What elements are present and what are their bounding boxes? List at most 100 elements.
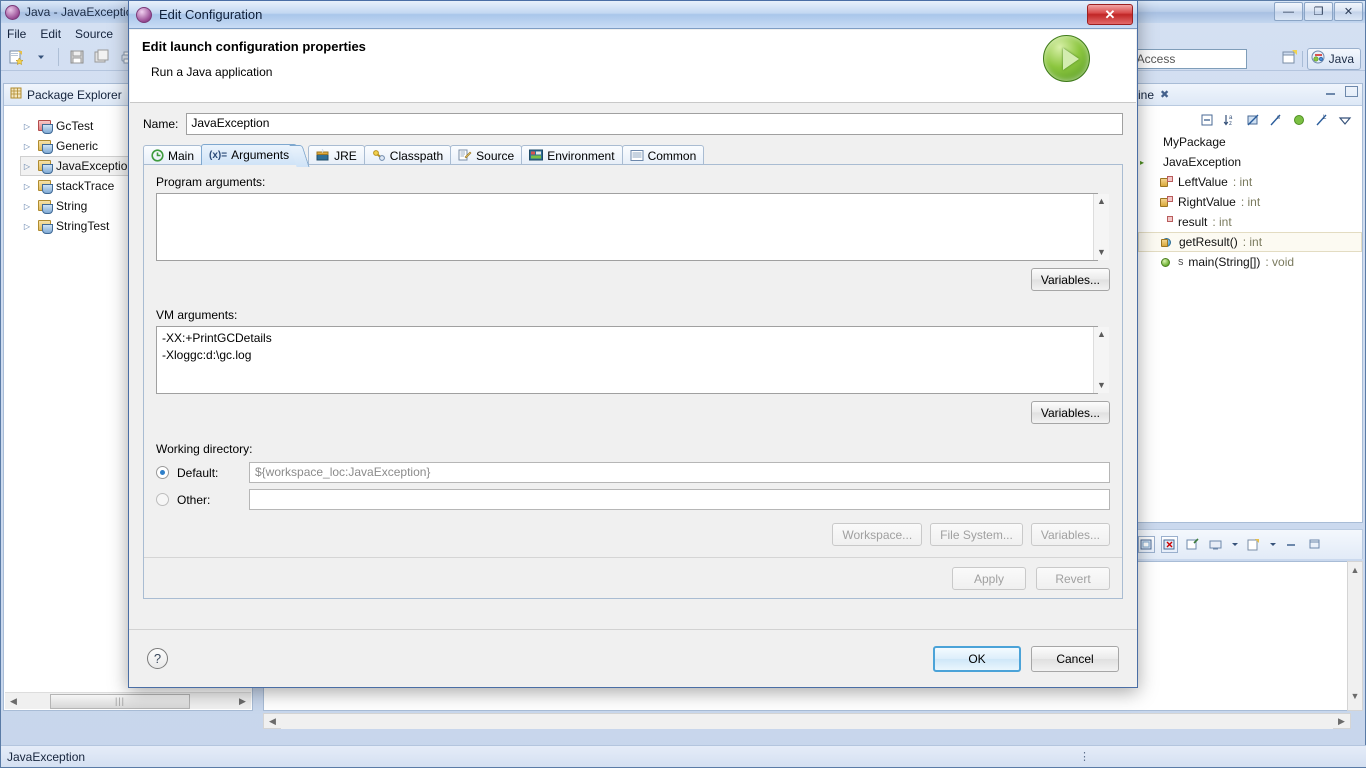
help-icon[interactable]: ? [147, 648, 168, 669]
dialog-header-banner: Edit launch configuration properties Run… [130, 30, 1136, 103]
working-directory-other-row: Other: [156, 489, 1110, 510]
scroll-down-icon[interactable]: ▼ [1348, 688, 1362, 704]
new-console-icon[interactable] [1245, 536, 1262, 553]
close-icon[interactable]: ✖ [1160, 88, 1169, 101]
scroll-down-icon[interactable]: ▼ [1094, 245, 1109, 260]
new-wizard-dropdown-icon[interactable] [30, 47, 52, 68]
outline-item[interactable]: ▸ JavaException [1138, 152, 1362, 172]
hscroll-track[interactable]: ||| [22, 693, 234, 709]
minimize-button[interactable]: — [1274, 2, 1303, 21]
file-system-button[interactable]: File System... [930, 523, 1023, 546]
console-hscroll-track[interactable] [281, 713, 1333, 729]
collapse-all-icon[interactable] [1200, 113, 1214, 127]
hscroll-thumb[interactable]: ||| [50, 693, 190, 709]
console-scroll-right-icon[interactable]: ▶ [1333, 716, 1350, 727]
save-icon[interactable] [66, 47, 88, 68]
hide-local-types-icon[interactable]: L [1315, 113, 1329, 127]
scroll-up-icon[interactable]: ▲ [1094, 327, 1109, 342]
scroll-left-icon[interactable]: ◀ [5, 696, 22, 707]
menu-source[interactable]: Source [75, 27, 113, 41]
program-variables-button[interactable]: Variables... [1030, 268, 1110, 291]
program-arguments-input[interactable] [156, 193, 1098, 261]
menu-edit[interactable]: Edit [40, 27, 61, 41]
new-console-dropdown-icon[interactable] [1268, 536, 1277, 553]
other-radio[interactable] [156, 493, 169, 506]
view-menu-icon[interactable] [1338, 113, 1352, 127]
tab-environment[interactable]: Environment [521, 145, 623, 165]
expand-arrow-icon[interactable]: ▷ [22, 162, 32, 171]
vm-variables-button[interactable]: Variables... [1030, 401, 1110, 424]
expand-arrow-icon[interactable]: ▷ [22, 202, 32, 211]
scroll-up-icon[interactable]: ▲ [1094, 194, 1109, 209]
expand-arrow-icon[interactable]: ▷ [22, 222, 32, 231]
perspective-java-button[interactable]: Java [1306, 48, 1361, 70]
tab-arguments[interactable]: (x)= Arguments [201, 144, 298, 165]
vm-arguments-scrollbar[interactable]: ▲ ▼ [1093, 327, 1109, 393]
expand-arrow-icon[interactable]: ▷ [22, 182, 32, 191]
console-vscrollbar[interactable]: ▲ ▼ [1347, 561, 1363, 711]
vm-arguments-input[interactable]: -XX:+PrintGCDetails -Xloggc:d:\gc.log [156, 326, 1098, 394]
open-perspective-icon[interactable] [1281, 49, 1298, 69]
working-directory-label: Working directory: [156, 442, 253, 456]
outline-item[interactable]: MyPackage [1138, 132, 1362, 152]
default-radio[interactable] [156, 466, 169, 479]
variables-button[interactable]: Variables... [1030, 523, 1110, 546]
console-maximize-icon[interactable] [1306, 536, 1323, 553]
hide-static-icon[interactable]: s [1269, 113, 1283, 127]
dialog-close-button[interactable]: ✕ [1087, 4, 1133, 25]
svg-text:L: L [1323, 115, 1327, 121]
status-menu-icon[interactable]: ⋮ [1079, 750, 1091, 763]
hide-fields-icon[interactable] [1246, 113, 1260, 127]
workspace-button[interactable]: Workspace... [832, 523, 923, 546]
outline-item[interactable]: result : int [1138, 212, 1362, 232]
vm-arguments-actions: Variables... [156, 401, 1110, 424]
expand-arrow-icon[interactable]: ▷ [22, 142, 32, 151]
cancel-button[interactable]: Cancel [1031, 645, 1119, 672]
hide-non-public-icon[interactable] [1292, 113, 1306, 127]
sort-alphabetically-icon[interactable]: az [1223, 113, 1237, 127]
new-wizard-icon[interactable] [5, 47, 27, 68]
tab-jre[interactable]: JRE [308, 145, 365, 165]
revert-button[interactable]: Revert [1036, 567, 1110, 590]
toolbar-separator [58, 48, 60, 66]
save-all-icon[interactable] [91, 47, 113, 68]
tab-main[interactable]: Main [143, 145, 203, 165]
display-selected-console-icon[interactable] [1207, 536, 1224, 553]
menu-file[interactable]: File [7, 27, 26, 41]
other-path-input[interactable] [249, 489, 1110, 510]
apply-button[interactable]: Apply [952, 567, 1026, 590]
maximize-icon[interactable] [1345, 86, 1358, 97]
outline-item[interactable]: getResult() : int [1138, 232, 1362, 252]
maximize-button[interactable]: ❐ [1304, 2, 1333, 21]
package-explorer-hscrollbar[interactable]: ◀ ||| ▶ [5, 692, 251, 709]
console-scroll-left-icon[interactable]: ◀ [264, 716, 281, 727]
run-play-icon [1043, 35, 1090, 82]
ok-button[interactable]: OK [933, 645, 1021, 672]
console-hscrollbar[interactable]: ◀ ▶ [263, 713, 1351, 729]
minimize-icon[interactable] [1326, 89, 1335, 95]
scroll-down-icon[interactable]: ▼ [1094, 378, 1109, 393]
program-arguments-scrollbar[interactable]: ▲ ▼ [1093, 194, 1109, 260]
outline-item[interactable]: RightValue : int [1138, 192, 1362, 212]
console-minimize-icon[interactable] [1283, 536, 1300, 553]
expand-arrow-icon[interactable]: ▷ [22, 122, 32, 131]
name-input[interactable]: JavaException [186, 113, 1123, 135]
scroll-up-icon[interactable]: ▲ [1348, 562, 1362, 578]
terminate-icon[interactable] [1138, 536, 1155, 553]
outline-item[interactable]: Smain(String[]) : void [1138, 252, 1362, 272]
outline-item[interactable]: LeftValue : int [1138, 172, 1362, 192]
tab-label: JRE [334, 148, 357, 163]
remove-launch-icon[interactable] [1161, 536, 1178, 553]
close-button[interactable]: ✕ [1334, 2, 1363, 21]
open-console-icon[interactable] [1184, 536, 1201, 553]
package-explorer-icon [9, 86, 23, 103]
tab-classpath[interactable]: Classpath [363, 145, 452, 165]
expand-arrow-icon[interactable]: ▸ [1140, 158, 1149, 167]
display-dropdown-icon[interactable] [1230, 536, 1239, 553]
tab-source[interactable]: Source [450, 145, 523, 165]
tab-common[interactable]: Common [621, 145, 705, 165]
scroll-right-icon[interactable]: ▶ [234, 696, 251, 707]
package-explorer-title: Package Explorer [27, 87, 122, 102]
outline-tabbar[interactable]: ine ✖ [1132, 84, 1362, 106]
tab-label: Arguments [231, 148, 290, 162]
